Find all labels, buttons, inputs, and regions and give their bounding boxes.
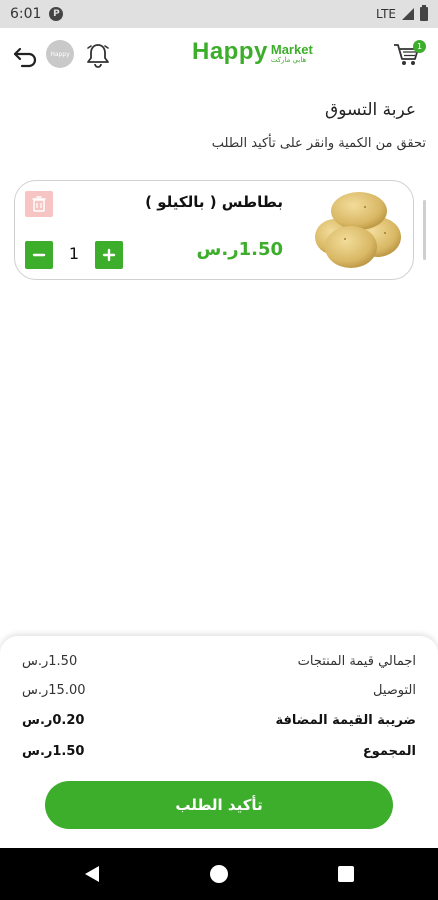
app-header: Happy Happy Market هابي ماركت 1 <box>0 28 438 86</box>
nav-recents-icon[interactable] <box>338 866 354 882</box>
logo-happy: Happy <box>192 38 268 65</box>
confirm-order-button[interactable]: تأكيد الطلب <box>45 781 393 829</box>
summary-row-grand-total: المجموع 1.50ر.س <box>22 740 416 762</box>
quantity-decrease-button[interactable] <box>25 241 53 269</box>
logo-market: Market <box>270 42 313 57</box>
summary-label: المجموع <box>362 743 416 759</box>
cart-item-card: بطاطس ( بالكيلو ) 1.50ر.س 1 <box>14 180 414 280</box>
status-bar: 6:01 P LTE <box>0 0 438 28</box>
logo-subtext: هابي ماركت <box>270 56 307 64</box>
next-card-edge <box>423 200 426 260</box>
trash-icon <box>32 196 46 212</box>
bell-icon <box>87 44 109 68</box>
summary-row-products-total: اجمالي قيمة المنتجات 1.50ر.س <box>22 650 416 672</box>
cart-count-badge: 1 <box>413 40 426 53</box>
status-time: 6:01 <box>10 6 42 22</box>
delete-item-button[interactable] <box>25 191 53 217</box>
minus-icon <box>32 253 46 257</box>
avatar[interactable]: Happy <box>46 40 74 68</box>
plus-icon <box>102 248 116 262</box>
summary-label: التوصيل <box>372 682 416 698</box>
product-name: بطاطس ( بالكيلو ) <box>145 193 283 211</box>
order-summary-panel: اجمالي قيمة المنتجات 1.50ر.س التوصيل 15.… <box>0 636 438 848</box>
avatar-label: Happy <box>50 50 70 58</box>
summary-value: 0.20ر.س <box>22 712 85 728</box>
summary-label: اجمالي قيمة المنتجات <box>297 653 416 669</box>
back-arrow-icon <box>13 47 37 68</box>
back-button[interactable] <box>10 42 40 72</box>
logo-market-wrap: Market هابي ماركت <box>271 43 313 64</box>
page-title: عربة التسوق <box>325 100 416 120</box>
quantity-increase-button[interactable] <box>95 241 123 269</box>
summary-value: 1.50ر.س <box>22 653 78 669</box>
nav-home-icon[interactable] <box>210 865 228 883</box>
summary-value: 1.50ر.س <box>22 743 85 759</box>
page-subtitle: تحقق من الكمية وانقر على تأكيد الطلب <box>211 136 426 151</box>
signal-icon <box>402 8 414 20</box>
network-label: LTE <box>376 7 396 21</box>
system-nav-bar <box>0 848 438 900</box>
cart-button[interactable]: 1 <box>390 40 426 70</box>
potato-image <box>315 192 401 268</box>
summary-row-delivery: التوصيل 15.00ر.س <box>22 679 416 701</box>
nav-back-icon[interactable] <box>84 865 100 883</box>
app-logo: Happy Market هابي ماركت <box>192 38 313 66</box>
notifications-button[interactable] <box>84 40 112 70</box>
summary-label: ضريبة القيمة المضافة <box>275 712 416 728</box>
notification-p-icon: P <box>49 7 64 21</box>
summary-value: 15.00ر.س <box>22 682 86 698</box>
status-right: LTE <box>376 5 428 21</box>
battery-icon <box>420 5 428 21</box>
product-price: 1.50ر.س <box>196 239 283 260</box>
quantity-value: 1 <box>68 244 80 263</box>
summary-row-vat: ضريبة القيمة المضافة 0.20ر.س <box>22 709 416 731</box>
